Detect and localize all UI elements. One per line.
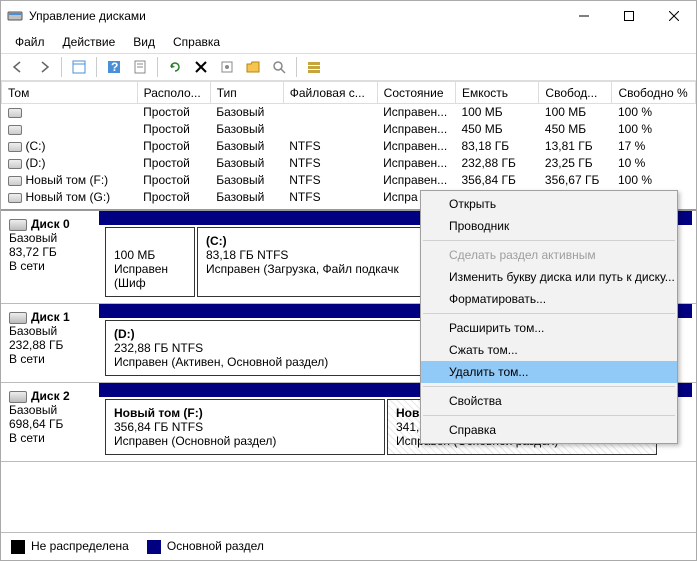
disk-icon <box>9 219 27 231</box>
context-menu-item[interactable]: Свойства <box>421 390 677 412</box>
properties-icon[interactable] <box>129 56 151 78</box>
list-view-icon[interactable] <box>303 56 325 78</box>
svg-text:?: ? <box>111 60 118 74</box>
column-header[interactable]: Том <box>2 82 138 104</box>
column-header[interactable]: Располо... <box>137 82 210 104</box>
context-menu-item[interactable]: Изменить букву диска или путь к диску... <box>421 266 677 288</box>
disk-header[interactable]: Диск 2Базовый698,64 ГБВ сети <box>1 383 99 461</box>
volume-icon <box>8 108 22 118</box>
disk-icon <box>9 391 27 403</box>
toolbar: ? <box>1 53 696 81</box>
context-menu-item[interactable]: Проводник <box>421 215 677 237</box>
context-menu-item[interactable]: Сжать том... <box>421 339 677 361</box>
legend: Не распределена Основной раздел <box>1 532 696 560</box>
volume-block[interactable]: 100 МБИсправен (Шиф <box>105 227 195 297</box>
table-row[interactable]: (D:)ПростойБазовыйNTFSИсправен...232,88 … <box>2 155 696 172</box>
app-icon <box>7 8 23 24</box>
delete-icon[interactable] <box>190 56 212 78</box>
table-row[interactable]: (C:)ПростойБазовыйNTFSИсправен...83,18 Г… <box>2 138 696 155</box>
volume-icon <box>8 159 22 169</box>
forward-button[interactable] <box>33 56 55 78</box>
context-menu-item[interactable]: Справка <box>421 419 677 441</box>
context-menu-item[interactable]: Форматировать... <box>421 288 677 310</box>
titlebar: Управление дисками <box>1 1 696 31</box>
volume-icon <box>8 142 22 152</box>
table-row[interactable]: ПростойБазовыйИсправен...450 МБ450 МБ100… <box>2 121 696 138</box>
volume-icon <box>8 176 22 186</box>
context-menu-item[interactable]: Расширить том... <box>421 317 677 339</box>
volume-icon <box>8 125 22 135</box>
legend-primary: Основной раздел <box>147 539 264 554</box>
table-row[interactable]: Новый том (F:)ПростойБазовыйNTFSИсправен… <box>2 172 696 189</box>
menu-file[interactable]: Файл <box>7 33 53 51</box>
back-button[interactable] <box>7 56 29 78</box>
window-title: Управление дисками <box>29 9 561 23</box>
menu-action[interactable]: Действие <box>55 33 124 51</box>
column-header[interactable]: Свобод... <box>539 82 612 104</box>
search-icon[interactable] <box>268 56 290 78</box>
refresh-icon[interactable] <box>164 56 186 78</box>
disk-icon <box>9 312 27 324</box>
disk-header[interactable]: Диск 0Базовый83,72 ГБВ сети <box>1 211 99 303</box>
close-button[interactable] <box>651 1 696 31</box>
menu-view[interactable]: Вид <box>125 33 163 51</box>
legend-unallocated: Не распределена <box>11 539 129 554</box>
view-list-icon[interactable] <box>68 56 90 78</box>
column-header[interactable]: Свободно % <box>612 82 696 104</box>
context-menu: ОткрытьПроводник Сделать раздел активнымИ… <box>420 190 678 444</box>
table-row[interactable]: ПростойБазовыйИсправен...100 МБ100 МБ100… <box>2 104 696 121</box>
menu-help[interactable]: Справка <box>165 33 228 51</box>
context-menu-item: Сделать раздел активным <box>421 244 677 266</box>
help-icon[interactable]: ? <box>103 56 125 78</box>
context-menu-item[interactable]: Открыть <box>421 193 677 215</box>
volume-icon <box>8 193 22 203</box>
maximize-button[interactable] <box>606 1 651 31</box>
context-menu-item[interactable]: Удалить том... <box>421 361 677 383</box>
column-header[interactable]: Емкость <box>455 82 538 104</box>
volume-block[interactable]: Новый том (F:)356,84 ГБ NTFSИсправен (Ос… <box>105 399 385 455</box>
folder-icon[interactable] <box>242 56 264 78</box>
minimize-button[interactable] <box>561 1 606 31</box>
column-header[interactable]: Файловая с... <box>283 82 377 104</box>
column-header[interactable]: Состояние <box>377 82 455 104</box>
settings-icon[interactable] <box>216 56 238 78</box>
menubar: Файл Действие Вид Справка <box>1 31 696 53</box>
column-header[interactable]: Тип <box>210 82 283 104</box>
disk-header[interactable]: Диск 1Базовый232,88 ГБВ сети <box>1 304 99 382</box>
